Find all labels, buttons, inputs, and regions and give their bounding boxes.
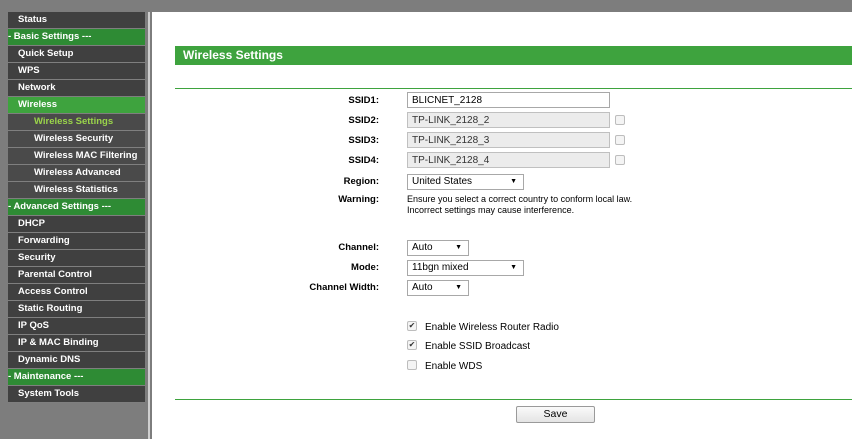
wds-label: Enable WDS <box>425 361 483 372</box>
page-title: Wireless Settings <box>175 46 852 65</box>
sidebar-section-basic-settings[interactable]: - Basic Settings --- <box>8 29 145 46</box>
ssid2-input[interactable] <box>407 112 610 128</box>
channel-label: Channel: <box>338 242 379 253</box>
sidebar-item-forwarding[interactable]: Forwarding <box>8 233 145 250</box>
main-content: Wireless Settings SSID1: SSID2: SSID3: S… <box>152 12 852 439</box>
region-select[interactable]: United States ▼ <box>407 174 524 190</box>
sidebar-nav: Status - Basic Settings --- Quick Setup WPS… <box>8 12 145 403</box>
mode-select[interactable]: 11bgn mixed ▼ <box>407 260 524 276</box>
channel-width-label: Channel Width: <box>309 282 379 293</box>
sidebar-section-maintenance[interactable]: - Maintenance --- <box>8 369 145 386</box>
sidebar-item-wireless[interactable]: Wireless <box>8 97 145 114</box>
option-ssid-broadcast[interactable]: ✔ Enable SSID Broadcast <box>407 340 530 354</box>
sidebar-item-wps[interactable]: WPS <box>8 63 145 80</box>
sidebar-section-advanced-settings[interactable]: - Advanced Settings --- <box>8 199 145 216</box>
ssid-broadcast-label: Enable SSID Broadcast <box>425 341 531 352</box>
ssid3-label: SSID3: <box>348 135 379 146</box>
sidebar-item-static-routing[interactable]: Static Routing <box>8 301 145 318</box>
sidebar-item-wireless-statistics[interactable]: Wireless Statistics <box>8 182 145 199</box>
sidebar-item-wireless-settings[interactable]: Wireless Settings <box>8 114 145 131</box>
sidebar-item-system-tools[interactable]: System Tools <box>8 386 145 403</box>
channel-width-select[interactable]: Auto ▼ <box>407 280 469 296</box>
chevron-down-icon: ▼ <box>510 178 517 185</box>
option-wds[interactable]: Enable WDS <box>407 360 482 374</box>
mode-label: Mode: <box>351 262 379 273</box>
sidebar-item-access-control[interactable]: Access Control <box>8 284 145 301</box>
sidebar-item-wireless-advanced[interactable]: Wireless Advanced <box>8 165 145 182</box>
sidebar-item-parental-control[interactable]: Parental Control <box>8 267 145 284</box>
sidebar: Status - Basic Settings --- Quick Setup WPS… <box>0 0 152 439</box>
sidebar-item-ip-mac-binding[interactable]: IP & MAC Binding <box>8 335 145 352</box>
ssid-broadcast-checkbox[interactable]: ✔ <box>407 340 417 351</box>
sidebar-item-wireless-security[interactable]: Wireless Security <box>8 131 145 148</box>
channel-width-value: Auto <box>412 282 433 293</box>
router-radio-checkbox[interactable]: ✔ <box>407 321 417 332</box>
chevron-down-icon: ▼ <box>510 264 517 271</box>
sidebar-item-status[interactable]: Status <box>8 12 145 29</box>
divider-top <box>175 88 852 89</box>
warning-line1: Ensure you select a correct country to c… <box>407 194 633 204</box>
sidebar-item-security[interactable]: Security <box>8 250 145 267</box>
sidebar-item-dynamic-dns[interactable]: Dynamic DNS <box>8 352 145 369</box>
region-value: United States <box>412 176 473 187</box>
channel-value: Auto <box>412 242 433 253</box>
channel-select[interactable]: Auto ▼ <box>407 240 469 256</box>
option-router-radio[interactable]: ✔ Enable Wireless Router Radio <box>407 321 559 335</box>
warning-line2: Incorrect settings may cause interferenc… <box>407 205 575 215</box>
ssid1-label: SSID1: <box>348 95 379 106</box>
ssid2-label: SSID2: <box>348 115 379 126</box>
router-radio-label: Enable Wireless Router Radio <box>425 322 559 333</box>
ssid1-input[interactable] <box>407 92 610 108</box>
save-button[interactable]: Save <box>516 406 595 423</box>
warning-label: Warning: <box>338 194 379 205</box>
sidebar-item-quick-setup[interactable]: Quick Setup <box>8 46 145 63</box>
ssid4-input[interactable] <box>407 152 610 168</box>
ssid4-checkbox[interactable] <box>615 155 625 165</box>
divider-bottom <box>175 399 852 400</box>
sidebar-item-ip-qos[interactable]: IP QoS <box>8 318 145 335</box>
chevron-down-icon: ▼ <box>455 284 462 291</box>
ssid3-input[interactable] <box>407 132 610 148</box>
ssid4-label: SSID4: <box>348 155 379 166</box>
wds-checkbox[interactable] <box>407 360 417 371</box>
ssid3-checkbox[interactable] <box>615 135 625 145</box>
chevron-down-icon: ▼ <box>455 244 462 251</box>
sidebar-item-network[interactable]: Network <box>8 80 145 97</box>
ssid2-checkbox[interactable] <box>615 115 625 125</box>
mode-value: 11bgn mixed <box>412 262 469 273</box>
sidebar-item-dhcp[interactable]: DHCP <box>8 216 145 233</box>
region-label: Region: <box>343 176 379 187</box>
sidebar-divider <box>148 12 150 439</box>
sidebar-item-wireless-mac-filtering[interactable]: Wireless MAC Filtering <box>8 148 145 165</box>
